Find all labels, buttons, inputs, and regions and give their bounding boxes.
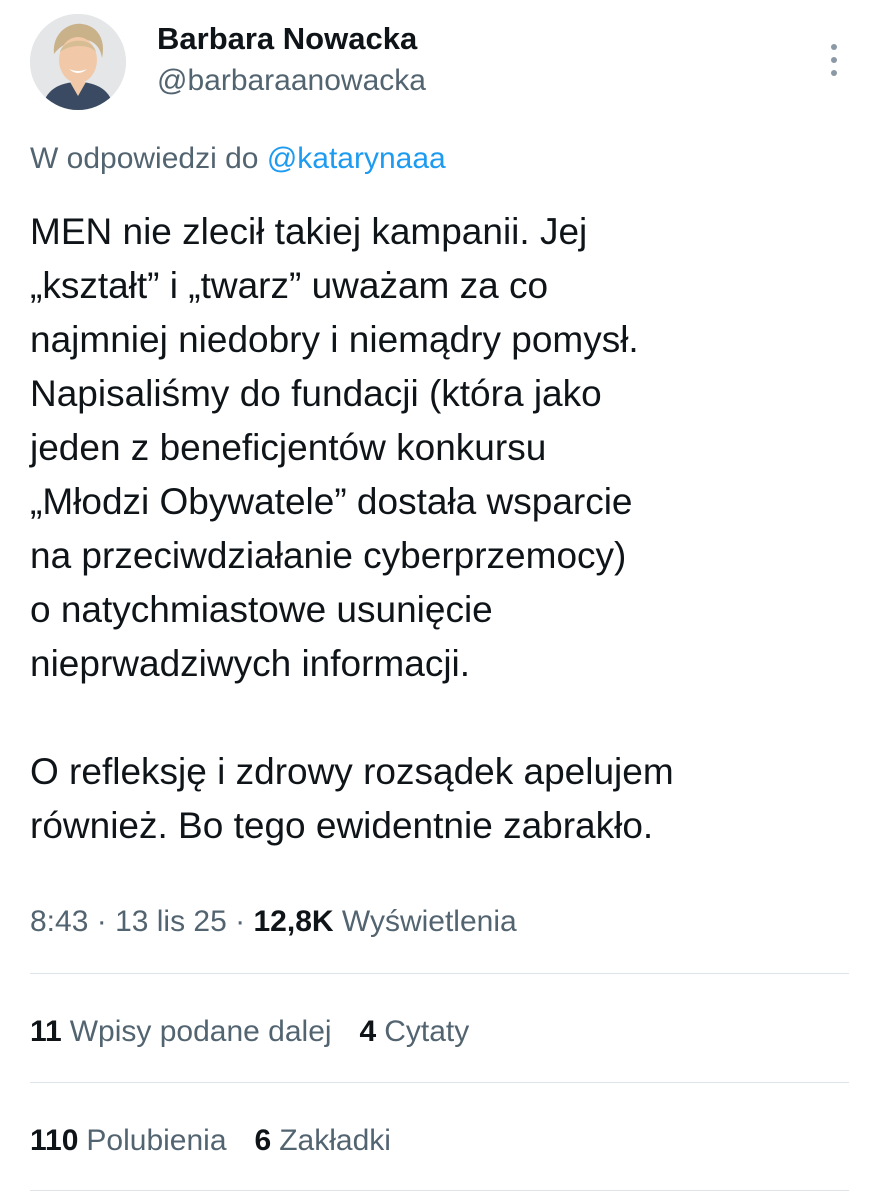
- quotes-stat[interactable]: 4 Cytaty: [360, 1010, 470, 1054]
- more-dot: [831, 70, 837, 76]
- bookmarks-count: 6: [254, 1124, 272, 1157]
- tweet-meta: 8:43 · 13 lis 25 · 12,8K Wyświetlenia: [30, 900, 517, 944]
- retweets-count: 11: [30, 1015, 62, 1048]
- bookmarks-stat[interactable]: 6 Zakładki: [255, 1119, 391, 1163]
- likes-stat[interactable]: 110 Polubienia: [30, 1119, 227, 1163]
- retweets-stat[interactable]: 11 Wpisy podane dalej: [30, 1010, 332, 1054]
- views-count: 12,8K: [253, 905, 334, 938]
- reply-prefix: W odpowiedzi do: [30, 142, 259, 175]
- author-info: Barbara Nowacka @barbaraanowacka: [157, 20, 426, 100]
- bookmarks-label: Zakładki: [279, 1124, 391, 1157]
- quotes-label: Cytaty: [384, 1015, 470, 1048]
- stats-row-likes: 110 Polubienia 6 Zakładki: [30, 1119, 391, 1163]
- reply-context: W odpowiedzi do @katarynaaa: [30, 140, 446, 178]
- divider: [30, 1082, 849, 1083]
- tweet-text: MEN nie zlecił takiej kampanii. Jej „ksz…: [30, 205, 850, 853]
- likes-count: 110: [30, 1124, 79, 1157]
- avatar[interactable]: [30, 14, 126, 110]
- retweets-label: Wpisy podane dalej: [69, 1015, 332, 1048]
- author-name[interactable]: Barbara Nowacka: [157, 20, 426, 58]
- more-dot: [831, 57, 837, 63]
- divider: [30, 973, 849, 974]
- divider: [30, 1190, 849, 1191]
- reply-to-handle-link[interactable]: @katarynaaa: [267, 142, 446, 175]
- tweet-date[interactable]: 13 lis 25: [115, 905, 227, 938]
- avatar-photo: [30, 14, 126, 110]
- tweet-header: Barbara Nowacka @barbaraanowacka: [30, 14, 849, 114]
- stats-row-shares: 11 Wpisy podane dalej 4 Cytaty: [30, 1010, 469, 1054]
- more-options-icon[interactable]: [819, 34, 849, 86]
- views-label: Wyświetlenia: [341, 905, 517, 938]
- meta-separator: ·: [226, 905, 254, 938]
- tweet-card: Barbara Nowacka @barbaraanowacka W odpow…: [0, 0, 879, 1200]
- tweet-time[interactable]: 8:43: [30, 905, 88, 938]
- meta-separator: ·: [88, 905, 116, 938]
- author-handle[interactable]: @barbaraanowacka: [157, 62, 426, 100]
- tweet-paragraph: MEN nie zlecił takiej kampanii. Jej „ksz…: [30, 211, 639, 684]
- tweet-paragraph: O refleksję i zdrowy rozsądek apelujem r…: [30, 751, 674, 846]
- more-dot: [831, 44, 837, 50]
- likes-label: Polubienia: [86, 1124, 227, 1157]
- quotes-count: 4: [359, 1015, 377, 1048]
